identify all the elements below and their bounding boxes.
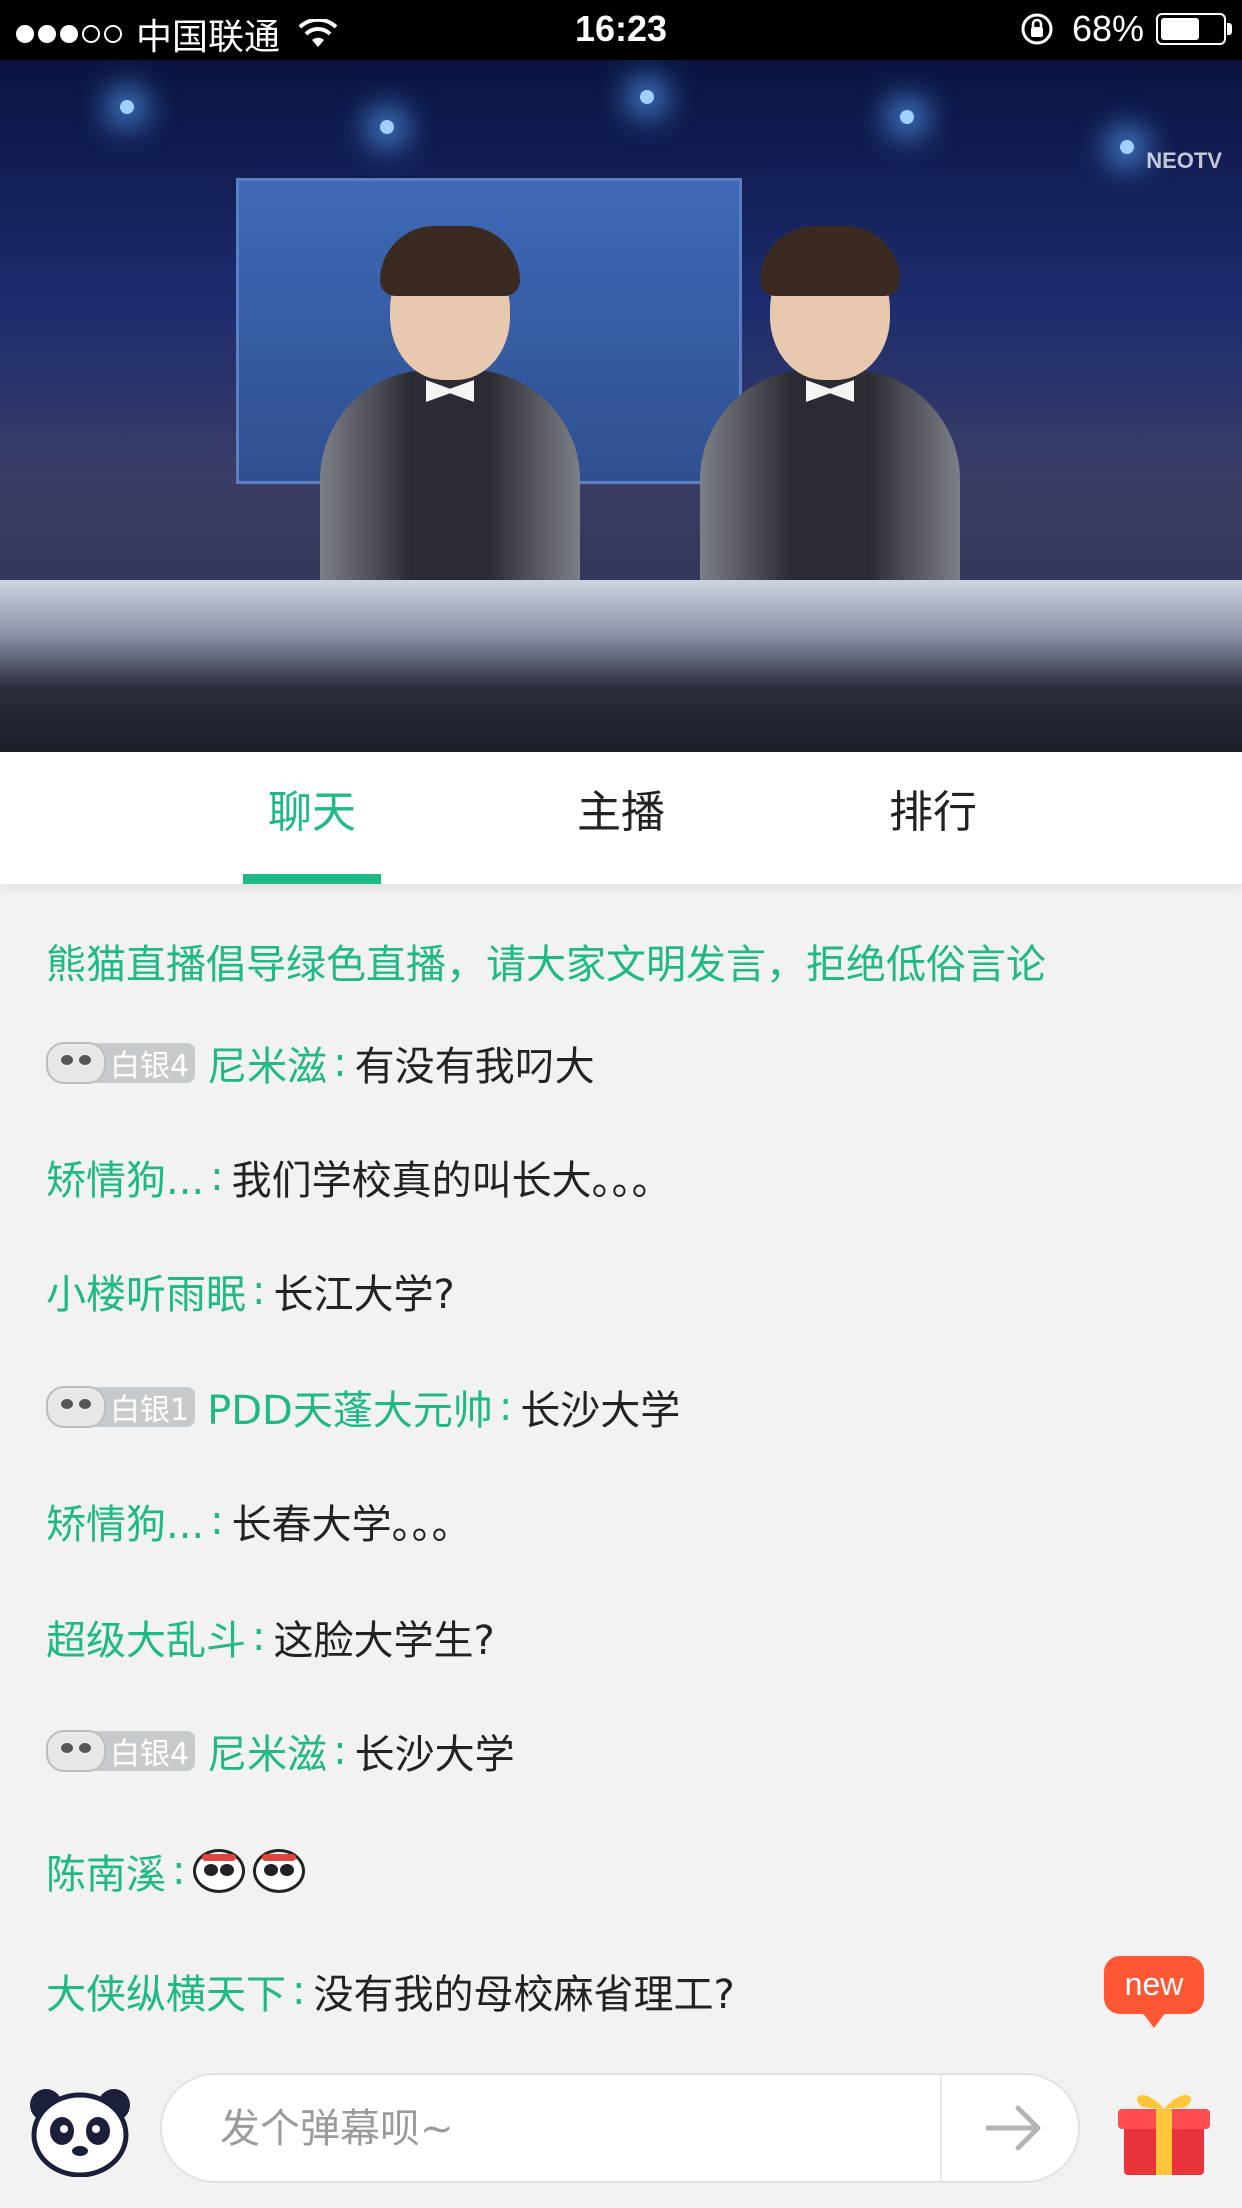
chat-separator: : [210, 1154, 224, 1200]
chat-text: 有没有我叼大 [354, 1044, 595, 1090]
tab-chat[interactable]: 聊天 [192, 752, 432, 884]
tab-label: 排行 [889, 787, 977, 838]
chat-message[interactable]: 白银4 尼米滋 : 有没有我叼大 [46, 1034, 595, 1092]
chat-username[interactable]: 陈南溪 [46, 1842, 166, 1900]
status-bar: 中国联通 16:23 68% [0, 0, 1242, 60]
chat-username[interactable]: 尼米滋 [207, 1034, 327, 1092]
chat-message[interactable]: 矫情狗... : 我们学校真的叫长大。。。 [46, 1148, 672, 1206]
panda-emoji-icon [253, 1849, 306, 1893]
stage-light [900, 110, 914, 124]
tab-bar: 聊天 主播 排行 [0, 752, 1242, 884]
orientation-lock-icon [1021, 13, 1053, 45]
panda-badge-icon [46, 1042, 106, 1084]
chat-text: 没有我的母校麻省理工? [313, 1972, 735, 2018]
input-bar [0, 2049, 1242, 2208]
panda-badge-icon [46, 1386, 106, 1428]
send-arrow-icon[interactable] [942, 2075, 1078, 2181]
chat-message[interactable]: 超级大乱斗 : 这脸大学生? [46, 1608, 495, 1666]
chat-message[interactable]: 白银4 尼米滋 : 长沙大学 [46, 1722, 515, 1780]
host-left [320, 226, 580, 630]
chat-text: 长沙大学 [520, 1388, 681, 1434]
chat-list[interactable]: 熊猫直播倡导绿色直播，请大家文明发言，拒绝低俗言论 白银4 尼米滋 : 有没有我… [0, 884, 1242, 2049]
chat-separator: : [172, 1848, 186, 1894]
stage-light [1120, 140, 1134, 154]
stage-light [640, 90, 654, 104]
channel-watermark: NEOTV [1146, 148, 1222, 173]
chat-separator: : [210, 1498, 224, 1544]
chat-separator: : [252, 1268, 266, 1314]
stage-light [120, 100, 134, 114]
tab-label: 主播 [577, 787, 665, 838]
battery-percent: 68% [1071, 8, 1144, 49]
active-tab-indicator [243, 874, 381, 884]
level-badge: 白银4 [46, 1730, 196, 1772]
chat-message[interactable]: 矫情狗... : 长春大学。。。 [46, 1492, 472, 1550]
battery-fill [1161, 18, 1199, 40]
chat-username[interactable]: 矫情狗... [46, 1492, 204, 1550]
chat-text: 长春大学。。。 [231, 1502, 472, 1548]
chat-text: 这脸大学生? [273, 1618, 495, 1664]
level-badge: 白银1 [46, 1386, 196, 1428]
chat-text: 长沙大学 [354, 1732, 515, 1778]
chat-separator: : [292, 1968, 306, 2014]
stage-light [380, 120, 394, 134]
chat-username[interactable]: 小楼听雨眠 [46, 1262, 246, 1320]
chat-message[interactable]: 大侠纵横天下 : 没有我的母校麻省理工? [46, 1962, 735, 2020]
panda-badge-icon [46, 1730, 106, 1772]
chat-text: 我们学校真的叫长大。。。 [231, 1158, 672, 1204]
chat-username[interactable]: 大侠纵横天下 [46, 1962, 286, 2020]
danmaku-input-box [160, 2073, 1080, 2183]
danmaku-input[interactable] [218, 2097, 982, 2161]
chat-username[interactable]: 超级大乱斗 [46, 1608, 246, 1666]
chat-separator: : [498, 1384, 513, 1430]
chat-username[interactable]: 矫情狗... [46, 1148, 204, 1206]
commentator-desk [0, 580, 1242, 752]
gift-icon[interactable] [1116, 2083, 1212, 2179]
chat-username[interactable]: 尼米滋 [207, 1722, 327, 1780]
chat-notice: 熊猫直播倡导绿色直播，请大家文明发言，拒绝低俗言论 [46, 942, 1046, 988]
tab-anchor[interactable]: 主播 [501, 752, 741, 884]
tab-label: 聊天 [268, 787, 356, 838]
chat-message[interactable]: 小楼听雨眠 : 长江大学? [46, 1262, 455, 1320]
panda-avatar-icon[interactable] [28, 2085, 132, 2177]
panda-emoji-icon [193, 1849, 246, 1893]
tab-ranking[interactable]: 排行 [813, 752, 1053, 884]
chat-text: 长江大学? [273, 1272, 455, 1318]
battery-icon [1156, 13, 1232, 45]
chat-separator: : [333, 1040, 347, 1086]
new-messages-button[interactable]: new [1104, 1956, 1204, 2028]
chat-username[interactable]: PDD天蓬大元帅 [207, 1378, 493, 1436]
level-badge: 白银4 [46, 1042, 196, 1084]
status-right: 68% [1020, 8, 1232, 50]
chat-message[interactable]: 白银1 PDD天蓬大元帅 : 长沙大学 [46, 1378, 680, 1436]
host-right [700, 226, 960, 630]
chat-message[interactable]: 陈南溪 : [46, 1842, 313, 1900]
chat-separator: : [252, 1614, 266, 1660]
live-video-player[interactable]: NEOTV [0, 60, 1242, 752]
chat-separator: : [333, 1728, 347, 1774]
